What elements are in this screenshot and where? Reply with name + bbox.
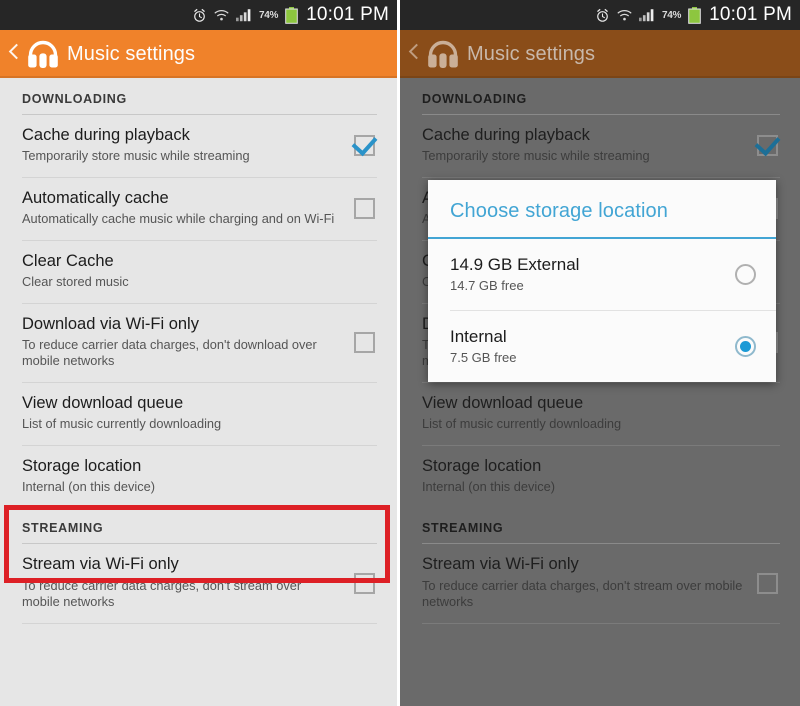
section-header-downloading: DOWNLOADING: [422, 92, 527, 106]
setting-row-view-download-queue[interactable]: View download queue List of music curren…: [400, 383, 800, 445]
row-divider: [422, 622, 780, 624]
wifi-icon: [214, 8, 229, 22]
row-text: Cache during playback Temporarily store …: [22, 126, 340, 165]
row-text: Stream via Wi-Fi only To reduce carrier …: [422, 555, 743, 610]
back-chevron-icon[interactable]: [407, 41, 419, 67]
setting-row-cache-during-playback[interactable]: Cache during playback Temporarily store …: [0, 115, 397, 177]
row-subtitle: List of music currently downloading: [22, 416, 222, 432]
row-title: Storage location: [22, 456, 142, 475]
section-header-streaming: STREAMING: [422, 521, 504, 536]
row-text: Download via Wi-Fi only To reduce carrie…: [22, 315, 340, 370]
row-title: Cache during playback: [422, 126, 590, 144]
setting-row-storage-location[interactable]: Storage location Internal (on this devic…: [0, 446, 397, 508]
checkbox-automatically-cache[interactable]: [354, 197, 375, 219]
status-bar-clock: 10:01 PM: [709, 4, 792, 25]
row-text: Storage location Internal (on this devic…: [422, 457, 778, 496]
row-title: Clear Cache: [22, 251, 114, 270]
row-title: Stream via Wi-Fi only: [22, 555, 179, 574]
option-subtitle: 14.7 GB free: [450, 278, 524, 294]
section-header-streaming: STREAMING: [22, 521, 104, 536]
checkbox-stream-via-wifi-only[interactable]: [354, 572, 375, 594]
row-text: View download queue List of music curren…: [22, 394, 375, 433]
action-bar: Music settings: [0, 30, 397, 78]
setting-row-stream-via-wifi-only[interactable]: Stream via Wi-Fi only To reduce carrier …: [0, 544, 397, 622]
choose-storage-location-dialog[interactable]: Choose storage location 14.9 GB External…: [428, 180, 776, 382]
setting-row-clear-cache[interactable]: Clear Cache Clear stored music: [0, 241, 397, 303]
row-text: Stream via Wi-Fi only To reduce carrier …: [22, 555, 340, 610]
row-text: Storage location Internal (on this devic…: [22, 457, 375, 496]
dialog-option-internal[interactable]: Internal 7.5 GB free: [428, 311, 776, 382]
row-title: View download queue: [22, 393, 184, 412]
phone-screen-before: 74% 10:01 PM Music settings DOWNLOADING …: [0, 0, 397, 706]
wifi-icon: [617, 8, 632, 22]
row-title: Download via Wi-Fi only: [22, 314, 199, 333]
setting-row-download-via-wifi-only[interactable]: Download via Wi-Fi only To reduce carrie…: [0, 304, 397, 382]
phone-screen-after: 74% 10:01 PM Music settings DOWNLOADING …: [400, 0, 800, 706]
radio-internal[interactable]: [735, 335, 756, 357]
row-subtitle: Internal (on this device): [22, 479, 156, 495]
row-subtitle: Temporarily store music while streaming: [422, 148, 650, 164]
page-title: Music settings: [467, 42, 596, 65]
action-bar: Music settings: [400, 30, 800, 78]
section-header-downloading: DOWNLOADING: [22, 92, 127, 106]
checkbox-stream-via-wifi-only[interactable]: [757, 572, 778, 594]
row-text: Automatically cache Automatically cache …: [22, 189, 340, 228]
row-subtitle: List of music currently downloading: [422, 416, 622, 432]
alarm-clock-icon: [192, 8, 207, 23]
row-title: Automatically cache: [22, 188, 169, 207]
checkbox-cache-during-playback[interactable]: [757, 134, 778, 156]
row-subtitle: To reduce carrier data charges, don't st…: [422, 577, 743, 610]
row-divider: [22, 622, 377, 624]
row-title: Stream via Wi-Fi only: [422, 555, 579, 574]
row-title: Storage location: [422, 456, 542, 475]
status-bar: 74% 10:01 PM: [400, 0, 800, 30]
dialog-option-external[interactable]: 14.9 GB External 14.7 GB free: [428, 239, 776, 310]
status-bar: 74% 10:01 PM: [0, 0, 397, 30]
setting-row-automatically-cache[interactable]: Automatically cache Automatically cache …: [0, 178, 397, 240]
battery-percent-label: 74%: [258, 9, 279, 21]
option-text: Internal 7.5 GB free: [450, 327, 725, 365]
option-subtitle: 7.5 GB free: [450, 350, 517, 366]
row-text: Clear Cache Clear stored music: [22, 252, 375, 291]
headphones-icon: [426, 39, 460, 69]
row-title: View download queue: [422, 393, 584, 412]
row-subtitle: Temporarily store music while streaming: [22, 148, 250, 164]
radio-external[interactable]: [735, 263, 756, 285]
headphones-icon: [26, 39, 60, 69]
checkbox-download-via-wifi-only[interactable]: [354, 331, 375, 353]
battery-icon: [688, 6, 701, 24]
back-chevron-icon[interactable]: [7, 41, 19, 67]
setting-row-storage-location[interactable]: Storage location Internal (on this devic…: [400, 446, 800, 508]
row-subtitle: Automatically cache music while charging…: [22, 211, 335, 227]
settings-list[interactable]: DOWNLOADING Cache during playback Tempor…: [0, 78, 397, 706]
dual-screenshot-stage: 74% 10:01 PM Music settings DOWNLOADING …: [0, 0, 800, 706]
option-title: 14.9 GB External: [450, 254, 580, 274]
setting-row-stream-via-wifi-only[interactable]: Stream via Wi-Fi only To reduce carrier …: [400, 544, 800, 622]
setting-row-view-download-queue[interactable]: View download queue List of music curren…: [0, 383, 397, 445]
settings-list[interactable]: DOWNLOADING Cache during playback Tempor…: [400, 78, 800, 706]
battery-percent-label: 74%: [661, 9, 682, 21]
row-text: View download queue List of music curren…: [422, 394, 778, 433]
row-text: Cache during playback Temporarily store …: [422, 126, 743, 165]
battery-icon: [285, 6, 298, 24]
dialog-title: Choose storage location: [450, 200, 668, 222]
cellular-signal-icon: [235, 8, 252, 22]
row-title: Cache during playback: [22, 126, 190, 144]
page-title: Music settings: [67, 42, 196, 65]
option-text: 14.9 GB External 14.7 GB free: [450, 255, 725, 293]
cellular-signal-icon: [638, 8, 655, 22]
status-bar-clock: 10:01 PM: [306, 4, 389, 25]
row-subtitle: Clear stored music: [22, 274, 129, 290]
checkbox-cache-during-playback[interactable]: [354, 134, 375, 156]
row-subtitle: To reduce carrier data charges, don't do…: [22, 337, 317, 369]
row-subtitle: To reduce carrier data charges, don't st…: [22, 577, 302, 610]
setting-row-cache-during-playback[interactable]: Cache during playback Temporarily store …: [400, 115, 800, 177]
option-title: Internal: [450, 326, 507, 346]
alarm-clock-icon: [595, 8, 610, 23]
row-subtitle: Internal (on this device): [422, 479, 556, 495]
